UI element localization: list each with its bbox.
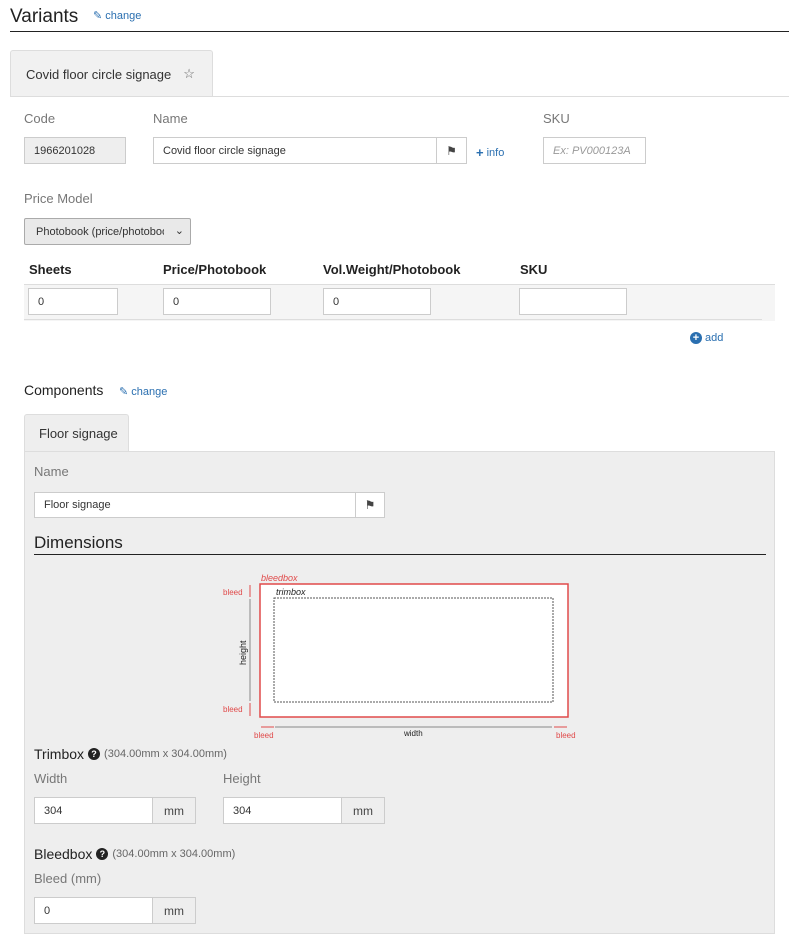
trim-height-input[interactable]: 304 <box>223 797 342 824</box>
bleed-unit: mm <box>152 897 196 924</box>
price-model-select[interactable]: Photobook (price/photobook) ⌄ <box>24 218 191 245</box>
variants-change-link[interactable]: ✎ change <box>93 9 142 23</box>
trim-width-label: Width <box>34 771 68 786</box>
component-name-field[interactable]: Floor signage <box>34 492 357 518</box>
price-input[interactable]: 0 <box>163 288 271 315</box>
trim-width-unit: mm <box>152 797 196 824</box>
bleedbox-heading: Bleedbox ? (304.00mm x 304.00mm) <box>34 846 235 862</box>
dimensions-diagram: bleedbox trimbox bleed height bleed blee… <box>223 573 576 740</box>
bleedbox-rect <box>259 583 569 718</box>
tab-floor-signage-label: Floor signage <box>39 426 118 441</box>
trim-height-unit: mm <box>341 797 385 824</box>
price-model-value: Photobook (price/photobook) <box>36 225 164 238</box>
bleed-label: Bleed (mm) <box>34 871 102 886</box>
sku-label: SKU <box>543 111 570 126</box>
header-divider <box>10 31 789 32</box>
info-link[interactable]: + info <box>476 145 504 160</box>
width-text: width <box>403 729 423 738</box>
height-text: height <box>238 640 248 665</box>
page-title: Variants <box>10 6 79 27</box>
bleed-text-top: bleed <box>223 588 243 597</box>
dimensions-divider <box>34 554 766 555</box>
sku-placeholder: Ex: PV000123A <box>553 144 631 157</box>
component-flag-button[interactable]: ⚑ <box>355 492 385 518</box>
name-label: Name <box>153 111 188 126</box>
weight-input[interactable]: 0 <box>323 288 431 315</box>
code-label: Code <box>24 111 56 126</box>
col-header-price: Price/Photobook <box>163 262 267 277</box>
bleed-text-left: bleed <box>254 731 274 740</box>
plus-icon: + <box>476 145 484 160</box>
table-row-divider <box>24 319 762 320</box>
sku-field[interactable]: Ex: PV000123A <box>543 137 646 164</box>
pencil-icon: ✎ <box>93 10 103 22</box>
bleedbox-note: (304.00mm x 304.00mm) <box>112 848 236 860</box>
tab-variant-label: Covid floor circle signage <box>26 66 172 82</box>
col-header-sheets: Sheets <box>29 262 72 277</box>
trimbox-heading: Trimbox ? (304.00mm x 304.00mm) <box>34 746 227 762</box>
change-label: change <box>105 9 142 22</box>
component-name-label: Name <box>34 464 69 479</box>
row-sku-input[interactable] <box>519 288 627 315</box>
bleed-text-right: bleed <box>556 731 576 740</box>
components-title: Components <box>24 382 104 398</box>
components-change-link[interactable]: ✎ change <box>119 385 168 399</box>
bleed-text-bottom: bleed <box>223 705 243 714</box>
add-label: add <box>705 332 724 344</box>
trimbox-title: Trimbox <box>34 746 85 762</box>
name-field[interactable]: Covid floor circle signage <box>153 137 437 164</box>
bleedbox-text: bleedbox <box>261 573 298 583</box>
trim-height-label: Height <box>223 771 261 786</box>
language-flag-button[interactable]: ⚑ <box>436 137 467 164</box>
code-field: 1966201028 <box>24 137 126 164</box>
price-model-label: Price Model <box>24 191 93 206</box>
bleedbox-title: Bleedbox <box>34 846 93 862</box>
col-header-weight: Vol.Weight/Photobook <box>323 262 461 277</box>
bleed-input[interactable]: 0 <box>34 897 153 924</box>
flag-icon: ⚑ <box>364 498 376 512</box>
change-label: change <box>131 385 168 398</box>
tab-divider <box>10 96 789 97</box>
question-circle-icon[interactable]: ? <box>88 748 101 760</box>
tab-variant[interactable]: Covid floor circle signage ☆ <box>10 50 213 97</box>
trim-width-input[interactable]: 304 <box>34 797 153 824</box>
plus-circle-icon: + <box>690 332 702 344</box>
tab-floor-signage[interactable]: Floor signage <box>24 414 129 452</box>
add-row-button[interactable]: + add <box>690 332 723 344</box>
trimbox-text: trimbox <box>276 587 306 597</box>
col-header-sku: SKU <box>520 262 548 277</box>
info-label: info <box>486 146 505 159</box>
sheets-input[interactable]: 0 <box>28 288 118 315</box>
question-circle-icon[interactable]: ? <box>96 848 109 860</box>
trimbox-note: (304.00mm x 304.00mm) <box>104 748 227 760</box>
star-icon[interactable]: ☆ <box>183 66 195 82</box>
flag-icon: ⚑ <box>446 143 457 158</box>
pencil-icon: ✎ <box>119 386 129 398</box>
dimensions-title: Dimensions <box>34 533 123 552</box>
chevron-down-icon: ⌄ <box>174 225 184 237</box>
